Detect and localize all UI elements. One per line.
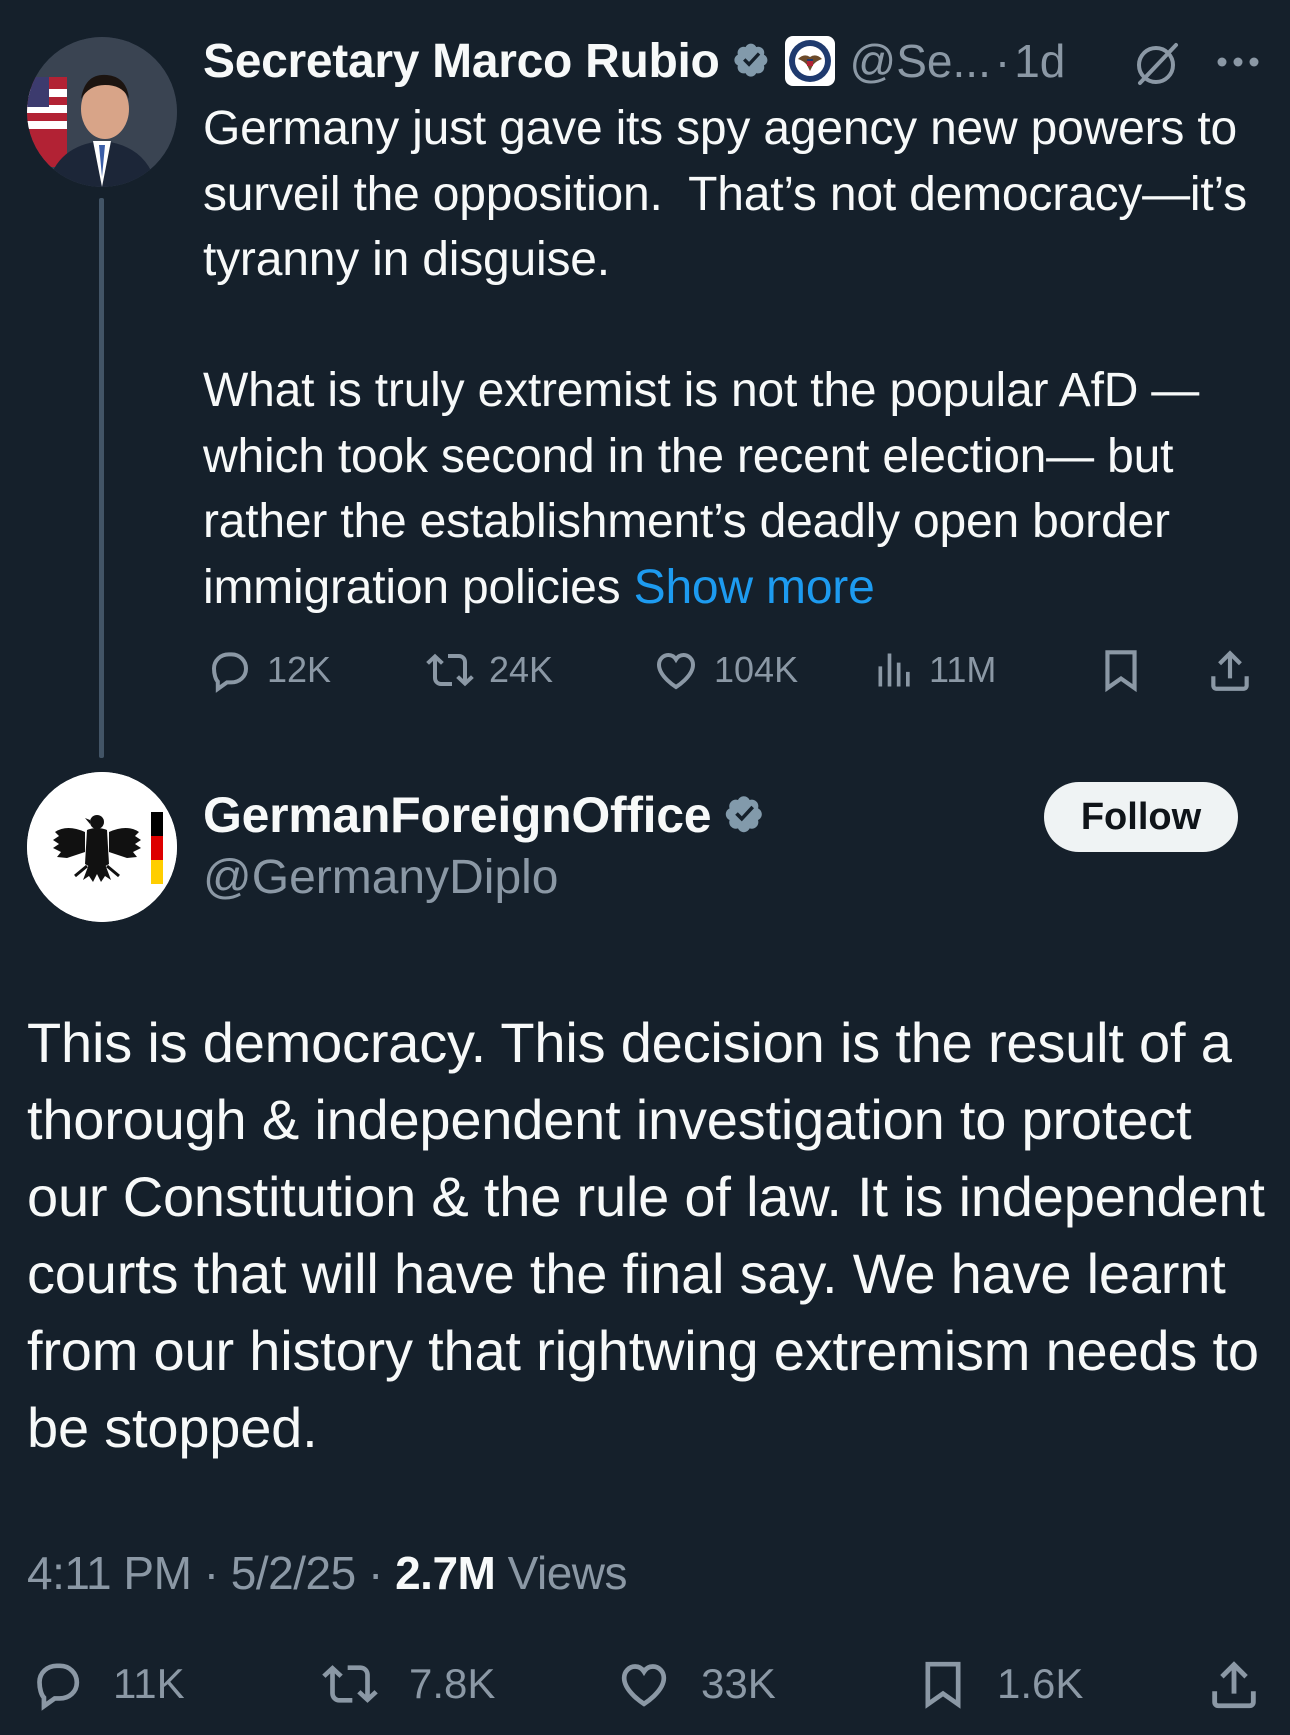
tweet-time[interactable]: 4:11 PM (27, 1547, 192, 1599)
repost-icon (322, 1665, 378, 1703)
verified-badge-icon (721, 789, 769, 842)
author-handle[interactable]: @GermanyDiplo (203, 850, 559, 905)
tweet-date[interactable]: 5/2/25 (231, 1547, 356, 1599)
tweet2-actions: 11K 7.8K 33K 1.6K (27, 1652, 1263, 1716)
repost-button[interactable]: 7.8K (317, 1652, 495, 1716)
repost-count: 24K (489, 649, 554, 690)
verified-badge-icon (730, 37, 774, 86)
show-more-link[interactable]: Show more (634, 561, 875, 614)
author-name[interactable]: GermanForeignOffice (203, 786, 712, 844)
more-options-icon[interactable] (1215, 40, 1261, 89)
heart-icon (621, 1664, 667, 1707)
tweet1-actions: 12K 24K 104K 11M (203, 640, 1263, 700)
tweet-meta: 4:11 PM · 5/2/25 · 2.7M Views (27, 1546, 628, 1600)
bookmark-button[interactable] (1096, 640, 1158, 700)
separator-dot: · (367, 1547, 383, 1599)
bookmark-icon (925, 1661, 961, 1709)
tweet2-text: This is democracy. This decision is the … (27, 1011, 1265, 1459)
reply-button[interactable]: 11K (27, 1652, 185, 1716)
reply-button[interactable]: 12K (203, 640, 331, 700)
tweet2-name-row: GermanForeignOffice (203, 784, 769, 846)
views-count: 2.7M (395, 1547, 496, 1599)
separator-dot: · (203, 1547, 219, 1599)
share-button[interactable] (1205, 1652, 1289, 1716)
follow-button[interactable]: Follow (1044, 782, 1238, 852)
like-count: 104K (714, 649, 799, 690)
reply-icon (37, 1663, 80, 1711)
tweet-time[interactable]: 1d (1014, 34, 1065, 88)
bookmark-count: 1.6K (997, 1660, 1084, 1707)
avatar-photo (27, 37, 177, 187)
grok-icon[interactable] (1132, 37, 1182, 94)
views-count: 11M (929, 649, 997, 690)
tweet1-header: Secretary Marco Rubio @Se... · 1d (203, 30, 1065, 92)
state-department-seal-icon (784, 35, 836, 87)
heart-icon (656, 652, 696, 690)
federal-eagle-logo (27, 772, 177, 922)
repost-count: 7.8K (409, 1660, 496, 1707)
author-name[interactable]: Secretary Marco Rubio (203, 34, 720, 89)
views-icon (878, 653, 910, 687)
bookmark-icon (1105, 650, 1137, 693)
share-button[interactable] (1205, 640, 1267, 700)
reply-count: 11K (113, 1660, 185, 1707)
repost-button[interactable]: 24K (423, 640, 553, 700)
reply-count: 12K (267, 649, 332, 690)
author-handle[interactable]: @Se... (850, 34, 991, 88)
views-button[interactable]: 11M (873, 640, 996, 700)
avatar-marco-rubio[interactable] (27, 37, 177, 187)
avatar-german-foreign-office[interactable] (27, 772, 177, 922)
share-icon (1211, 650, 1249, 691)
reply-icon (211, 652, 249, 693)
separator-dot: · (994, 35, 1011, 87)
share-icon (1212, 1661, 1256, 1709)
views-label: Views (507, 1547, 628, 1599)
like-button[interactable]: 33K (613, 1652, 776, 1716)
repost-icon (426, 653, 474, 687)
like-button[interactable]: 104K (650, 640, 798, 700)
tweet1-body: Germany just gave its spy agency new pow… (203, 96, 1273, 620)
tweet1-text: Germany just gave its spy agency new pow… (203, 102, 1247, 614)
like-count: 33K (701, 1660, 776, 1707)
bookmark-button[interactable]: 1.6K (915, 1652, 1083, 1716)
thread-line (99, 198, 104, 758)
